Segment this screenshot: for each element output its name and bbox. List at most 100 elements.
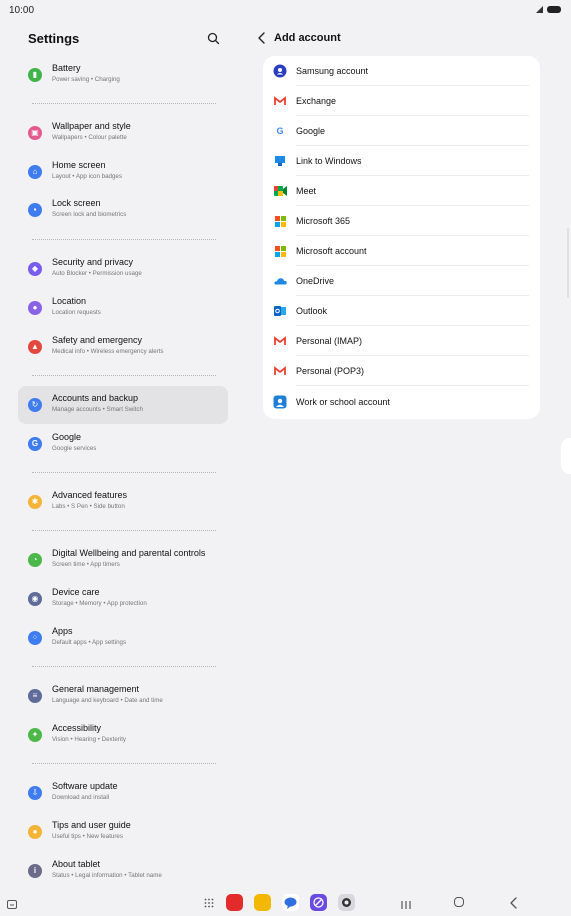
settings-item-advanced[interactable]: ✱ Advanced features Labs • S Pen • Side … bbox=[18, 483, 228, 521]
settings-item-tips[interactable]: ● Tips and user guide Useful tips • New … bbox=[18, 813, 228, 851]
home-icon: ⌂ bbox=[28, 165, 42, 179]
account-item-personal-pop3[interactable]: Personal (POP3) bbox=[263, 356, 540, 386]
meet-icon bbox=[273, 184, 287, 198]
divider bbox=[32, 763, 216, 764]
account-item-samsung[interactable]: Samsung account bbox=[263, 56, 540, 86]
settings-item-subtitle: Default apps • App settings bbox=[52, 639, 127, 646]
account-item-label: Link to Windows bbox=[296, 156, 362, 166]
gear-plus-icon: ✱ bbox=[28, 495, 42, 509]
account-item-exchange[interactable]: Exchange bbox=[263, 86, 540, 116]
divider bbox=[32, 530, 216, 531]
settings-item-device-care[interactable]: ◉ Device care Storage • Memory • App pro… bbox=[18, 580, 228, 618]
messages-app-icon[interactable] bbox=[282, 894, 299, 911]
account-item-personal-imap[interactable]: Personal (IMAP) bbox=[263, 326, 540, 356]
settings-item-subtitle: Power saving • Charging bbox=[52, 76, 120, 83]
gmail-icon bbox=[273, 334, 287, 348]
account-item-microsoft-account[interactable]: Microsoft account bbox=[263, 236, 540, 266]
account-item-label: Exchange bbox=[296, 96, 337, 106]
account-item-microsoft-365[interactable]: Microsoft 365 bbox=[263, 206, 540, 236]
grid-icon bbox=[204, 898, 214, 908]
my-files-app-icon[interactable] bbox=[254, 894, 271, 911]
settings-item-security[interactable]: ◆ Security and privacy Auto Blocker • Pe… bbox=[18, 250, 228, 288]
account-item-label: Google bbox=[296, 126, 326, 136]
google-icon: G bbox=[276, 126, 284, 136]
settings-item-subtitle: Auto Blocker • Permission usage bbox=[52, 270, 142, 277]
gmail-icon bbox=[273, 94, 287, 108]
add-account-header: Add account bbox=[254, 30, 341, 46]
settings-item-accounts[interactable]: ↻ Accounts and backup Manage accounts • … bbox=[18, 386, 228, 424]
settings-item-google[interactable]: G Google Google services bbox=[18, 425, 228, 463]
account-list: Samsung account Exchange G Google Link t… bbox=[263, 56, 540, 419]
settings-item-title: Tips and user guide bbox=[52, 820, 131, 830]
settings-item-subtitle: Location requests bbox=[52, 309, 101, 316]
settings-item-title: Device care bbox=[52, 587, 100, 597]
divider bbox=[32, 375, 216, 376]
back-button[interactable] bbox=[254, 30, 270, 46]
lightbulb-icon: ● bbox=[28, 825, 42, 839]
flipboard-app-icon[interactable] bbox=[226, 894, 243, 911]
account-item-label: Microsoft 365 bbox=[296, 216, 351, 226]
samsung-account-icon bbox=[273, 64, 287, 78]
settings-item-title: Digital Wellbeing and parental controls bbox=[52, 548, 206, 558]
settings-item-home-screen[interactable]: ⌂ Home screen Layout • App icon badges bbox=[18, 153, 228, 191]
microsoft-icon bbox=[273, 214, 287, 228]
settings-item-safety[interactable]: ▲ Safety and emergency Medical info • Wi… bbox=[18, 328, 228, 366]
settings-item-subtitle: Screen time • App timers bbox=[52, 561, 120, 568]
settings-item-general[interactable]: ≡ General management Language and keyboa… bbox=[18, 677, 228, 715]
settings-item-about[interactable]: i About tablet Status • Legal informatio… bbox=[18, 852, 228, 890]
apps-drawer-button[interactable] bbox=[204, 898, 214, 908]
link-to-windows-icon bbox=[273, 154, 287, 168]
settings-item-subtitle: Screen lock and biometrics bbox=[52, 211, 127, 218]
settings-item-subtitle: Google services bbox=[52, 445, 97, 452]
account-item-outlook[interactable]: Outlook bbox=[263, 296, 540, 326]
settings-item-title: Home screen bbox=[52, 160, 106, 170]
settings-item-subtitle: Wallpapers • Colour palette bbox=[52, 134, 127, 141]
settings-item-title: General management bbox=[52, 684, 140, 694]
divider bbox=[296, 385, 529, 386]
account-item-onedrive[interactable]: OneDrive bbox=[263, 266, 540, 296]
sync-icon: ↻ bbox=[28, 398, 42, 412]
internet-app-icon[interactable] bbox=[310, 894, 327, 911]
settings-item-location[interactable]: ● Location Location requests bbox=[18, 289, 228, 327]
apps-icon: ⁘ bbox=[28, 631, 42, 645]
shield-icon: ◆ bbox=[28, 262, 42, 276]
account-item-meet[interactable]: Meet bbox=[263, 176, 540, 206]
account-item-google[interactable]: G Google bbox=[263, 116, 540, 146]
settings-item-title: Accessibility bbox=[52, 723, 102, 733]
recents-button[interactable] bbox=[400, 897, 412, 909]
settings-item-lock-screen[interactable]: ▪ Lock screen Screen lock and biometrics bbox=[18, 191, 228, 229]
settings-item-title: Lock screen bbox=[52, 198, 101, 208]
settings-item-battery[interactable]: ▮ Battery Power saving • Charging bbox=[18, 56, 228, 94]
home-button[interactable] bbox=[454, 897, 464, 907]
divider bbox=[32, 666, 216, 667]
scroll-indicator bbox=[567, 228, 569, 298]
settings-item-wellbeing[interactable]: ◔ Digital Wellbeing and parental control… bbox=[18, 541, 228, 579]
account-item-label: Work or school account bbox=[296, 397, 390, 407]
sliders-icon: ≡ bbox=[28, 689, 42, 703]
camera-app-icon[interactable] bbox=[338, 894, 355, 911]
settings-item-wallpaper[interactable]: ▣ Wallpaper and style Wallpapers • Colou… bbox=[18, 114, 228, 152]
account-item-label: OneDrive bbox=[296, 276, 335, 286]
settings-item-apps[interactable]: ⁘ Apps Default apps • App settings bbox=[18, 619, 228, 657]
taskbar-toggle-button[interactable] bbox=[7, 897, 17, 909]
settings-item-subtitle: Labs • S Pen • Side button bbox=[52, 503, 125, 510]
settings-item-software[interactable]: ⇩ Software update Download and install bbox=[18, 774, 228, 812]
account-item-work-or-school[interactable]: Work or school account bbox=[263, 387, 540, 417]
chevron-left-icon bbox=[258, 32, 265, 44]
edge-panel-handle[interactable] bbox=[561, 438, 571, 474]
work-account-icon bbox=[273, 395, 287, 409]
settings-item-subtitle: Status • Legal information • Tablet name bbox=[52, 872, 162, 879]
settings-item-accessibility[interactable]: ✦ Accessibility Vision • Hearing • Dexte… bbox=[18, 716, 228, 754]
nav-back-button[interactable] bbox=[509, 896, 519, 909]
divider bbox=[32, 103, 216, 104]
settings-item-title: Apps bbox=[52, 626, 73, 636]
account-item-label: Personal (IMAP) bbox=[296, 336, 363, 346]
settings-item-title: About tablet bbox=[52, 859, 101, 869]
settings-item-title: Security and privacy bbox=[52, 257, 134, 267]
account-item-link-to-windows[interactable]: Link to Windows bbox=[263, 146, 540, 176]
taskbar-icon bbox=[7, 900, 17, 909]
account-item-label: Outlook bbox=[296, 306, 328, 316]
device-care-icon: ◉ bbox=[28, 592, 42, 606]
account-item-label: Personal (POP3) bbox=[296, 366, 365, 376]
search-button[interactable] bbox=[205, 30, 223, 48]
